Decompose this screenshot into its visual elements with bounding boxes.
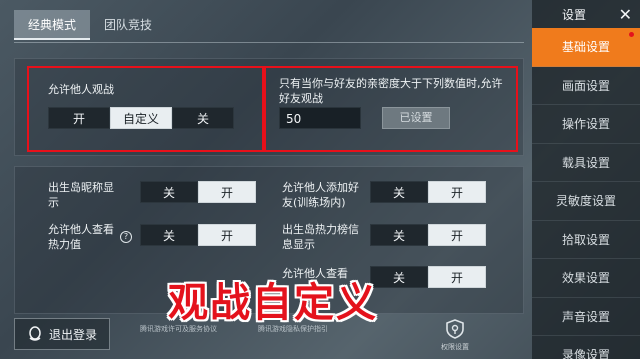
toggle-on[interactable]: 开 [428,266,486,288]
permission-label: 权限设置 [441,343,469,351]
spectate-option-custom[interactable]: 自定义 [110,107,172,129]
toggle-on[interactable]: 开 [428,224,486,246]
permission-settings[interactable]: 权限设置 [430,318,480,352]
logout-label: 退出登录 [48,327,97,342]
settings-main: 经典模式 团队竞技 允许他人观战 开 自定义 关 只有当你与好友的亲密度大于下列… [0,0,530,359]
help-icon[interactable]: ? [120,231,132,243]
sidebar-header: 设置 ✕ [532,0,640,28]
sidebar-item-effects[interactable]: 效果设置 [532,259,640,298]
sidebar-item-controls[interactable]: 操作设置 [532,105,640,144]
sidebar-item-pickup[interactable]: 拾取设置 [532,221,640,259]
spectate-option-off[interactable]: 关 [172,107,234,129]
setting-label: 允许他人添加好友(训练场内) [282,181,359,209]
sidebar-item-basic[interactable]: 基础设置 [532,28,640,67]
privacy-link[interactable]: 腾讯游戏隐私保护指引 [258,324,328,334]
setting-label: 允许他人查看热力值 [48,223,114,251]
close-icon[interactable]: ✕ [619,5,632,24]
sidebar-item-sensitivity[interactable]: 灵敏度设置 [532,182,640,221]
toggle-off[interactable]: 关 [370,224,428,246]
sidebar-title: 设置 [562,7,587,22]
sidebar-item-graphics[interactable]: 画面设置 [532,67,640,105]
toggle-off[interactable]: 关 [370,266,428,288]
setting-toggle: 关 开 [140,181,256,203]
toggle-off[interactable]: 关 [140,224,198,246]
spectate-option-on[interactable]: 开 [48,107,110,129]
setting-toggle: 关 开 [370,181,486,203]
toggle-off[interactable]: 关 [370,181,428,203]
settings-sidebar: 设置 ✕ 基础设置 画面设置 操作设置 载具设置 灵敏度设置 拾取设置 效果设置… [532,0,640,359]
sidebar-item-sound[interactable]: 声音设置 [532,298,640,336]
setting-label: 出生岛热力榜信息显示 [282,223,359,251]
intimacy-set-button[interactable]: 已设置 [382,107,450,129]
sidebar-item-replay[interactable]: 录像设置 [532,336,640,359]
toggle-on[interactable]: 开 [198,181,256,203]
spectate-toggle: 开 自定义 关 [48,107,234,129]
setting-toggle: 关 开 [370,266,486,288]
setting-toggle: 关 开 [370,224,486,246]
setting-label: 出生岛昵称显示 [48,181,114,209]
logout-button[interactable]: 退出登录 [14,318,110,350]
intimacy-label: 只有当你与好友的亲密度大于下列数值时,允许好友观战 [279,77,503,105]
mode-tabs: 经典模式 团队竞技 [14,10,166,40]
toggle-on[interactable]: 开 [428,181,486,203]
setting-toggle: 关 开 [140,224,256,246]
spectate-label: 允许他人观战 [48,83,114,96]
qq-icon [29,326,41,341]
intimacy-input[interactable]: 50 [279,107,361,129]
tab-classic[interactable]: 经典模式 [14,10,91,40]
shield-icon [446,319,464,339]
license-link[interactable]: 腾讯游戏许可及服务协议 [140,324,217,334]
toggle-off[interactable]: 关 [140,181,198,203]
tab-team[interactable]: 团队竞技 [90,10,166,40]
sidebar-item-vehicle[interactable]: 载具设置 [532,144,640,182]
toggle-on[interactable]: 开 [198,224,256,246]
tab-divider [14,42,524,43]
overlay-caption: 观战自定义 [168,280,378,326]
